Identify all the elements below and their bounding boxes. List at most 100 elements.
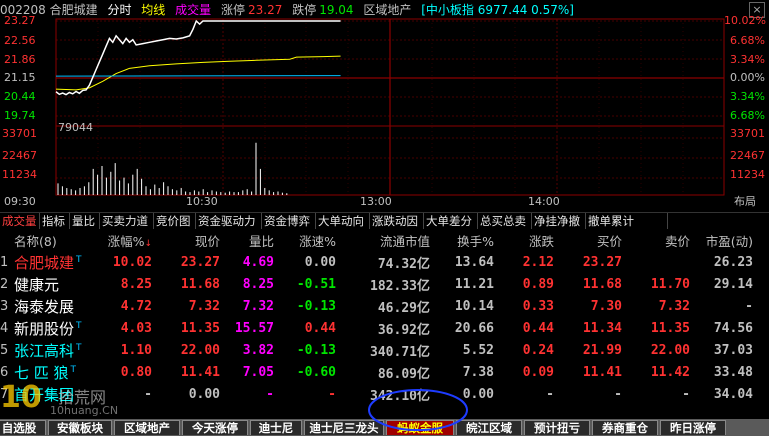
vol-tick-1: 33701 (2, 127, 37, 140)
stock-name-text[interactable]: 合肥城建 (14, 254, 74, 272)
table-row[interactable]: 4 新朋股份 T 4.03 11.35 15.57 0.44 36.92亿 20.66 0.44 1… (0, 317, 769, 339)
price: 11.68 (180, 276, 220, 292)
avg-price-line (55, 55, 341, 91)
table-row[interactable]: 1 合肥城建 T 10.02 23.27 4.69 0.00 74.32亿 13.64 2.12 2… (0, 251, 769, 273)
col-change-pct[interactable]: 涨幅%↓ (98, 229, 152, 251)
turnover: 11.21 (454, 276, 494, 292)
table-row[interactable]: 5 张江高科 T 1.10 22.00 3.82 -0.13 340.71亿 5.52 0.24 2… (0, 339, 769, 361)
stock-name-text[interactable]: 七 匹 狼 (14, 364, 69, 382)
turnover: 5.52 (462, 342, 494, 358)
tab-auction[interactable]: 竞价图 (154, 213, 196, 229)
chart-grid (55, 18, 725, 196)
limit-up-label: 涨停 (220, 3, 245, 17)
layout-button[interactable]: 布局 (734, 196, 756, 208)
bid: 7.30 (590, 298, 622, 314)
col-name[interactable]: 名称(8) (14, 229, 98, 251)
bid: - (614, 386, 622, 402)
sheet-tab-limit-up-today[interactable]: 今天涨停 (182, 420, 248, 435)
turnover: 20.66 (454, 320, 494, 336)
vol-tick-right-3: 11234 (730, 168, 765, 181)
diff: 0.33 (522, 298, 554, 314)
table-header: 名称(8) 涨幅%↓ 现价 量比 涨速% 流通市值 换手% 涨跌 买价 卖价 市… (0, 229, 769, 251)
time-tick-1: 09:30 (4, 195, 36, 208)
margin-tag: T (76, 320, 82, 331)
stock-info-bar: 002208 合肥城建 分时 均线 成交量 涨停 23.27 跌停 19.04 区域… (0, 0, 769, 20)
stock-name-text[interactable]: 海泰发展 (14, 298, 74, 316)
tab-fund-game[interactable]: 资金博弈 (262, 213, 316, 229)
avg-line-label: 均线 (141, 3, 166, 17)
pct-tick-6: 6.68% (730, 109, 765, 122)
pe: 29.14 (713, 276, 753, 292)
col-bid[interactable]: 买价 (554, 229, 622, 251)
bid: 21.99 (582, 342, 622, 358)
table-row[interactable]: 2 健康元 8.25 11.68 8.25 -0.51 182.33亿 11.21 0.89 11… (0, 273, 769, 295)
stock-name: 新朋股份 T (14, 317, 98, 339)
tab-cancel-cumulative[interactable]: 撤单累计 (586, 213, 668, 229)
tab-big-order-diff[interactable]: 大单差分 (424, 213, 478, 229)
col-price[interactable]: 现价 (152, 229, 220, 251)
tab-buy-sell-force[interactable]: 买卖力道 (100, 213, 154, 229)
reference-line (55, 75, 341, 77)
col-market-cap[interactable]: 流通市值 (336, 229, 430, 251)
price: 7.32 (188, 298, 220, 314)
pct-tick-1: 10.02% (724, 14, 766, 27)
change-pct: 1.10 (120, 342, 152, 358)
market-cap: 182.33亿 (370, 278, 430, 294)
change-pct: 4.03 (120, 320, 152, 336)
col-pe[interactable]: 市盈(动) (690, 229, 769, 251)
col-volume-ratio[interactable]: 量比 (220, 229, 274, 251)
intraday-chart[interactable] (0, 18, 769, 212)
chart-mode[interactable]: 分时 (107, 3, 131, 17)
price: 11.35 (180, 320, 220, 336)
tab-volume-ratio[interactable]: 量比 (70, 213, 100, 229)
watermark-logo: 10 (0, 380, 42, 415)
col-speed[interactable]: 涨速% (274, 229, 336, 251)
bid: 11.68 (582, 276, 622, 292)
tab-big-order-trend[interactable]: 大单动向 (316, 213, 370, 229)
ask: - (682, 386, 690, 402)
tab-fund-drive[interactable]: 资金驱动力 (196, 213, 262, 229)
tab-indicator[interactable]: 指标 (40, 213, 70, 229)
sheet-tab-regional-estate[interactable]: 区域地产 (114, 420, 180, 435)
sheet-tab-turnaround[interactable]: 预计扭亏 (524, 420, 590, 435)
ask: 7.32 (658, 298, 690, 314)
table-row[interactable]: 3 海泰发展 4.72 7.32 7.32 -0.13 46.29亿 10.14 0.33 7.3… (0, 295, 769, 317)
indicator-tabs: 成交量 指标 量比 买卖力道 竞价图 资金驱动力 资金博弈 大单动向 涨跌动因 … (0, 212, 769, 229)
sheet-tab-broker-holdings[interactable]: 券商重仓 (592, 420, 658, 435)
change-pct: 8.25 (120, 276, 152, 292)
col-turnover[interactable]: 换手% (430, 229, 494, 251)
speed: 0.00 (304, 254, 336, 270)
market-cap: 46.29亿 (377, 300, 430, 316)
ask (622, 251, 690, 273)
col-ask[interactable]: 卖价 (622, 229, 690, 251)
stock-name: 张江高科 T (14, 339, 98, 361)
pe: 34.04 (713, 386, 753, 402)
sheet-tab-disney[interactable]: 迪士尼 (250, 420, 302, 435)
tab-change-cause[interactable]: 涨跌动因 (370, 213, 424, 229)
limit-up-value: 23.27 (248, 3, 283, 17)
stock-name-text[interactable]: 张江高科 (14, 342, 74, 360)
change-pct: 4.72 (120, 298, 152, 314)
stock-name-text[interactable]: 新朋股份 (14, 320, 74, 338)
highlight-circle (368, 389, 468, 431)
ask: 11.35 (650, 320, 690, 336)
price-tick-3: 21.86 (4, 53, 36, 66)
sheet-tab-watchlist[interactable]: 自选股 (0, 420, 46, 435)
sheet-tab-limit-up-yesterday[interactable]: 昨日涨停 (660, 420, 726, 435)
speed: - (328, 386, 336, 402)
limit-down-label: 跌停 (292, 3, 317, 17)
price-tick-1: 23.27 (4, 14, 36, 27)
price-tick-2: 22.56 (4, 34, 36, 47)
stock-name-text[interactable]: 健康元 (14, 276, 59, 294)
tab-net-order[interactable]: 净挂净撤 (532, 213, 586, 229)
bid: 11.41 (582, 364, 622, 380)
sheet-tab-anhui[interactable]: 安徽板块 (48, 420, 112, 435)
tab-volume[interactable]: 成交量 (0, 213, 40, 229)
pct-tick-5: 3.34% (730, 90, 765, 103)
col-diff[interactable]: 涨跌 (494, 229, 554, 251)
tab-total-buy-sell[interactable]: 总买总卖 (478, 213, 532, 229)
sector-label[interactable]: 区域地产 (363, 3, 411, 17)
row-index: 2 (0, 276, 9, 292)
volume-bars (57, 142, 288, 195)
table-row[interactable]: 6七 匹 狼 T 0.80 11.41 7.05 -0.60 86.09亿 7.38 0.09 1… (0, 361, 769, 383)
